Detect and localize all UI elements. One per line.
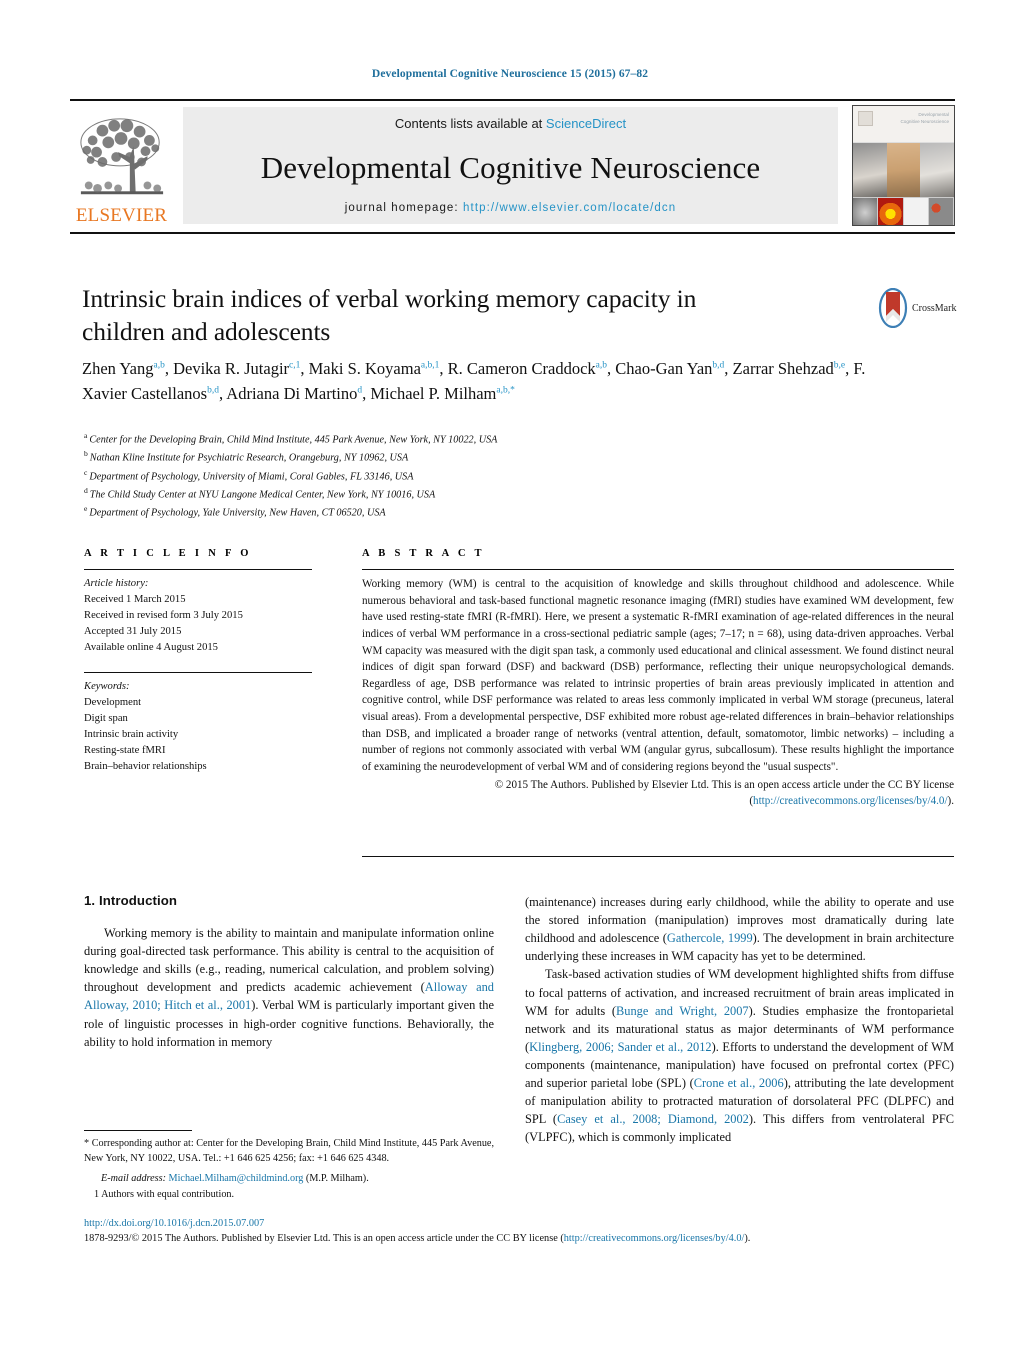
license-url-link[interactable]: http://creativecommons.org/licenses/by/4…: [753, 795, 948, 807]
journal-cover-thumbnail: Developmental Cognitive Neuroscience: [852, 105, 955, 226]
abstract-heading: A B S T R A C T: [362, 548, 485, 559]
footnote-corresponding-author: * Corresponding author at: Center for th…: [84, 1138, 494, 1165]
running-head: Developmental Cognitive Neuroscience 15 …: [371, 68, 649, 80]
contents-prefix: Contents lists available at: [394, 116, 546, 131]
keyword-item: Brain–behavior relationships: [84, 761, 207, 773]
right-column-paragraphs: (maintenance) increases during early chi…: [525, 893, 954, 1147]
citation-link[interactable]: Bunge and Wright, 2007: [616, 1004, 749, 1018]
cover-title-line-1: Developmental: [918, 112, 949, 117]
footer-copyright: 1878-9293/© 2015 The Authors. Published …: [84, 1233, 750, 1244]
cover-faces-image: [853, 142, 954, 198]
affiliation-item: c Department of Psychology, University of…: [84, 467, 414, 482]
email-suffix: (M.P. Milham).: [303, 1173, 369, 1185]
journal-title: Developmental Cognitive Neuroscience: [260, 149, 761, 185]
author-list: Zhen Yanga,b, Devika R. Jutagirc,1, Maki…: [82, 359, 866, 403]
sciencedirect-link[interactable]: ScienceDirect: [546, 116, 626, 131]
article-history: Article history: Received 1 March 2015 Re…: [84, 576, 319, 656]
abstract-bottom-rule: [362, 856, 954, 857]
citation-link[interactable]: Gathercole, 1999: [667, 931, 753, 945]
body-column-left: 1. Introduction Working memory is the ab…: [84, 893, 494, 1051]
affiliation-marker: a: [84, 431, 88, 440]
body-column-right: (maintenance) increases during early chi…: [525, 893, 954, 1147]
article-history-items: Received 1 March 2015 Received in revised…: [84, 592, 319, 656]
crossmark-label: CrossMark: [912, 302, 957, 314]
citation-link[interactable]: Alloway and Alloway, 2010; Hitch et al.,…: [84, 980, 494, 1012]
journal-banner: Contents lists available at ScienceDirec…: [183, 107, 838, 224]
footnote-separator-rule: [84, 1130, 192, 1131]
journal-masthead: ELSEVIER Contents lists available at Sci…: [70, 99, 955, 234]
license-close-paren: ).: [947, 795, 954, 808]
article-history-item: Received in revised form 3 July 2015: [84, 610, 243, 622]
citation-link[interactable]: Casey et al., 2008; Diamond, 2002: [557, 1112, 749, 1126]
affiliation-marker: b: [84, 449, 88, 459]
homepage-label: journal homepage:: [344, 202, 464, 214]
page-title: Intrinsic brain indices of verbal workin…: [82, 284, 697, 346]
email-label: E-mail address:: [101, 1173, 166, 1185]
affiliation-marker: d: [84, 485, 88, 495]
abstract-license-line: (http://creativecommons.org/licenses/by/…: [362, 793, 954, 810]
body-paragraph: Working memory is the ability to maintai…: [84, 926, 494, 1049]
cover-title-text: Developmental Cognitive Neuroscience: [900, 112, 949, 126]
article-history-item: Received 1 March 2015: [84, 594, 186, 606]
keyword-item: Intrinsic brain activity: [84, 729, 179, 741]
article-history-item: Available online 4 August 2015: [84, 642, 218, 654]
footnote-block: * Corresponding author at: Center for th…: [84, 1136, 494, 1202]
affiliation-item: d The Child Study Center at NYU Langone M…: [84, 485, 436, 501]
affiliation-item: b Nathan Kline Institute for Psychiatric …: [84, 449, 409, 464]
title-block: Intrinsic brain indices of verbal workin…: [82, 283, 872, 348]
cover-title-line-2: Cognitive Neuroscience: [900, 118, 949, 124]
elsevier-tree-icon: [79, 118, 163, 195]
footnote-email: E-mail address: Michael.Milham@childmind…: [84, 1171, 494, 1186]
article-page: Developmental Cognitive Neuroscience 15 …: [0, 0, 1020, 1351]
cover-brain-strip: [853, 197, 954, 225]
article-info-rule: [84, 569, 312, 570]
elsevier-logo: ELSEVIER: [70, 107, 173, 225]
masthead-bottom-rule: [70, 232, 955, 234]
keywords-items: Development Digit span Intrinsic brain act…: [84, 695, 319, 775]
affiliation-marker: c: [84, 467, 88, 477]
cover-logo-box: [858, 111, 873, 126]
journal-homepage-line: journal homepage: http://www.elsevier.co…: [345, 202, 676, 214]
abstract-top-rule: [362, 569, 954, 570]
keyword-item: Digit span: [84, 713, 128, 725]
doi-link[interactable]: http://dx.doi.org/10.1016/j.dcn.2015.07.…: [84, 1216, 964, 1231]
article-history-label: Article history:: [84, 578, 149, 589]
email-link[interactable]: Michael.Milham@childmind.org: [169, 1173, 304, 1184]
affiliation-item: a Center for the Developing Brain, Child …: [84, 431, 498, 446]
keyword-item: Development: [84, 697, 142, 709]
section-title-introduction: 1. Introduction: [84, 893, 178, 908]
crossmark-badge[interactable]: CrossMark: [878, 286, 960, 330]
body-paragraph: (maintenance) increases during early chi…: [525, 895, 954, 964]
citation-link[interactable]: Klingberg, 2006; Sander et al., 2012: [529, 1040, 711, 1054]
footer-copyright-suffix: ).: [744, 1233, 751, 1245]
keywords-label: Keywords:: [84, 681, 130, 692]
masthead-top-rule: [70, 99, 955, 101]
article-history-item: Accepted 31 July 2015: [84, 626, 182, 638]
affiliation-item: e Department of Psychology, Yale Universi…: [84, 504, 386, 519]
body-paragraph: Task-based activation studies of WM deve…: [525, 967, 955, 1145]
elsevier-wordmark: ELSEVIER: [75, 205, 168, 226]
keywords-rule: [84, 672, 312, 673]
citation-link[interactable]: Crone et al., 2006: [694, 1076, 784, 1090]
article-info-heading: A R T I C L E I N F O: [84, 548, 252, 559]
homepage-url-link[interactable]: http://www.elsevier.com/locate/dcn: [463, 202, 676, 214]
footnote-equal-contribution: 1 Authors with equal contribution.: [94, 1189, 235, 1201]
abstract-body: Working memory (WM) is central to the ac…: [362, 576, 954, 810]
keywords-block: Keywords: Development Digit span Intrinsic…: [84, 679, 319, 776]
affiliation-list: a Center for the Developing Brain, Child …: [84, 430, 784, 521]
keyword-item: Resting-state fMRI: [84, 745, 166, 757]
abstract-copyright: © 2015 The Authors. Published by Elsevie…: [494, 778, 954, 791]
crossmark-icon: [878, 288, 908, 328]
left-column-paragraphs: Working memory is the ability to maintai…: [84, 924, 494, 1051]
affiliation-marker: e: [84, 504, 88, 514]
abstract-text: Working memory (WM) is central to the ac…: [362, 578, 954, 774]
footer-license-link[interactable]: http://creativecommons.org/licenses/by/4…: [564, 1233, 745, 1244]
footer-block: http://dx.doi.org/10.1016/j.dcn.2015.07.…: [84, 1216, 964, 1247]
footer-copyright-prefix: 1878-9293/© 2015 The Authors. Published …: [84, 1233, 564, 1245]
contents-list-line: Contents lists available at ScienceDirec…: [395, 116, 626, 131]
cover-header: Developmental Cognitive Neuroscience: [853, 106, 954, 143]
